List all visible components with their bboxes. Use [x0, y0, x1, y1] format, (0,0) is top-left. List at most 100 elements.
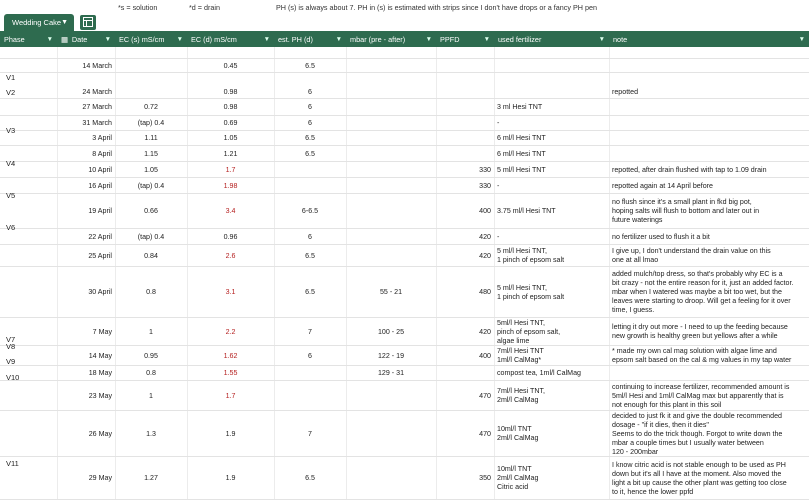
phase-label[interactable]: V10	[6, 373, 19, 382]
cell-ph[interactable]: 6.5	[274, 267, 346, 318]
col-phase[interactable]: Phase ▼	[0, 31, 57, 47]
cell-ec-s[interactable]: (tap) 0.4	[115, 116, 187, 131]
cell-date[interactable]: 18 May	[57, 366, 115, 381]
cell-ec-d[interactable]: 1.05	[187, 131, 274, 146]
table-row[interactable]: 18 May 0.8 1.55 129 - 31 compost tea, 1ml/l …	[0, 366, 809, 381]
cell-mbar[interactable]	[346, 131, 436, 146]
cell-mbar[interactable]	[346, 116, 436, 131]
cell-ec-d[interactable]: 0.96	[187, 229, 274, 245]
cell-ec-d[interactable]: 2.2	[187, 318, 274, 346]
cell-note[interactable]: * made my own cal mag solution with alga…	[609, 346, 809, 366]
cell-fert[interactable]: 5 ml/l Hesi TNT, 1 pinch of epsom salt	[494, 267, 609, 318]
col-ppfd[interactable]: PPFD ▼	[436, 31, 494, 47]
cell-date[interactable]: 22 April	[57, 229, 115, 245]
cell-note[interactable]	[609, 59, 809, 73]
cell-ec-s[interactable]: 0.84	[115, 245, 187, 267]
cell-ec-s[interactable]: (tap) 0.4	[115, 229, 187, 245]
cell-mbar[interactable]	[346, 229, 436, 245]
cell-ec-d[interactable]: 0.45	[187, 59, 274, 73]
phase-label[interactable]: V2	[6, 88, 15, 97]
cell-date[interactable]: 19 April	[57, 194, 115, 229]
cell-date[interactable]: 26 May	[57, 411, 115, 457]
cell-note[interactable]	[609, 366, 809, 381]
cell-ec-s[interactable]: 1	[115, 381, 187, 411]
cell-ec-s[interactable]: 1.27	[115, 457, 187, 500]
cell-ec-d[interactable]: 2.6	[187, 245, 274, 267]
cell-mbar[interactable]	[346, 457, 436, 500]
cell-ec-s[interactable]: 0.66	[115, 194, 187, 229]
table-row[interactable]: 10 April 1.05 1.7 330 5 ml/l Hesi TNT repotte…	[0, 162, 809, 178]
table-row[interactable]: 19 April 0.66 3.4 6-6.5 400 3.75 ml/l Hesi TN…	[0, 194, 809, 229]
cell-ec-d[interactable]: 0.98	[187, 99, 274, 116]
cell-fert[interactable]: 5 ml/l Hesi TNT	[494, 162, 609, 178]
cell-ph[interactable]: 6.5	[274, 457, 346, 500]
table-row[interactable]: 31 March (tap) 0.4 0.69 6 -	[0, 116, 809, 131]
cell-mbar[interactable]: 55 - 21	[346, 267, 436, 318]
phase-label[interactable]: V6	[6, 223, 15, 232]
cell-fert[interactable]: 5ml/l Hesi TNT, pinch of epsom salt, alg…	[494, 318, 609, 346]
cell-note[interactable]: I give up, I don't understand the drain …	[609, 245, 809, 267]
table-row[interactable]: 14 March 0.45 6.5	[0, 59, 809, 73]
cell-ec-s[interactable]: 0.8	[115, 366, 187, 381]
cell-mbar[interactable]	[346, 381, 436, 411]
cell-mbar[interactable]	[346, 194, 436, 229]
chevron-down-icon[interactable]: ▼	[105, 36, 111, 43]
col-mbar[interactable]: mbar (pre - after) ▼	[346, 31, 436, 47]
cell-ec-s[interactable]: 1.05	[115, 162, 187, 178]
cell-date[interactable]: 3 April	[57, 131, 115, 146]
cell-date[interactable]: 16 April	[57, 178, 115, 194]
cell-fert[interactable]: -	[494, 116, 609, 131]
cell-date[interactable]: 14 May	[57, 346, 115, 366]
cell-ph[interactable]: 6	[274, 99, 346, 116]
cell-ppfd[interactable]	[436, 146, 494, 162]
cell-fert[interactable]: 10ml/l TNT 2ml/l CalMag	[494, 411, 609, 457]
phase-label[interactable]: V3	[6, 126, 15, 135]
table-row[interactable]: 23 May 1 1.7 470 7ml/l Hesi TNT, 2ml/l CalMa…	[0, 381, 809, 411]
col-note[interactable]: note ▼	[609, 31, 809, 47]
cell-ec-s[interactable]: 1.15	[115, 146, 187, 162]
chevron-down-icon[interactable]: ▼	[799, 36, 805, 43]
cell-ec-s[interactable]: (tap) 0.4	[115, 178, 187, 194]
col-ec-d[interactable]: EC (d) mS/cm ▼	[187, 31, 274, 47]
cell-note[interactable]	[609, 146, 809, 162]
cell-fert[interactable]: 6 ml/l Hesi TNT	[494, 131, 609, 146]
table-row[interactable]: 16 April (tap) 0.4 1.98 330- repotted again …	[0, 178, 809, 194]
chevron-down-icon[interactable]: ▼	[599, 36, 605, 43]
cell-ppfd[interactable]: 330	[436, 162, 494, 178]
cell-ec-d[interactable]: 0.69	[187, 116, 274, 131]
table-row[interactable]: 8 April 1.15 1.21 6.5 6 ml/l Hesi TNT	[0, 146, 809, 162]
cell-ec-s[interactable]: 1.3	[115, 411, 187, 457]
cell-ph[interactable]: 6	[274, 229, 346, 245]
cell-fert[interactable]: 3.75 ml/l Hesi TNT	[494, 194, 609, 229]
chevron-down-icon[interactable]: ▼	[61, 19, 68, 26]
cell-date[interactable]: 31 March	[57, 116, 115, 131]
cell-ph[interactable]: 6-6.5	[274, 194, 346, 229]
table-row[interactable]: 27 March 0.72 0.98 6 3 ml Hesi TNT	[0, 99, 809, 116]
table-row[interactable]: 7 May 1 2.2 7 100 - 25 420 5ml/l Hesi TNT, pin…	[0, 318, 809, 346]
cell-ppfd[interactable]: 480	[436, 267, 494, 318]
cell-ec-s[interactable]: 1.11	[115, 131, 187, 146]
cell-ph[interactable]: 6.5	[274, 59, 346, 73]
col-ec-s[interactable]: EC (s) mS/cm ▼	[115, 31, 187, 47]
cell-ph[interactable]: 6	[274, 116, 346, 131]
cell-mbar[interactable]	[346, 411, 436, 457]
table-row[interactable]: 24 March 0.98 6 repotted	[0, 85, 809, 99]
cell-mbar[interactable]: 122 - 19	[346, 346, 436, 366]
cell-fert[interactable]: 6 ml/l Hesi TNT	[494, 146, 609, 162]
cell-ppfd[interactable]: 400	[436, 194, 494, 229]
cell-mbar[interactable]: 100 - 25	[346, 318, 436, 346]
cell-note[interactable]: continuing to increase fertilizer, recom…	[609, 381, 809, 411]
table-row[interactable]	[0, 47, 809, 59]
cell-ph[interactable]	[274, 381, 346, 411]
cell-mbar[interactable]	[346, 245, 436, 267]
cell-ppfd[interactable]	[436, 131, 494, 146]
cell-note[interactable]: repotted again at 14 April before	[609, 178, 809, 194]
cell-ec-s[interactable]: 1	[115, 318, 187, 346]
cell-date[interactable]: 29 May	[57, 457, 115, 500]
cell-ppfd[interactable]: 350	[436, 457, 494, 500]
cell-ppfd[interactable]: 470	[436, 381, 494, 411]
cell-date[interactable]: 30 April	[57, 267, 115, 318]
cell-date[interactable]: 8 April	[57, 146, 115, 162]
cell-mbar[interactable]	[346, 85, 436, 99]
cell-mbar[interactable]	[346, 146, 436, 162]
